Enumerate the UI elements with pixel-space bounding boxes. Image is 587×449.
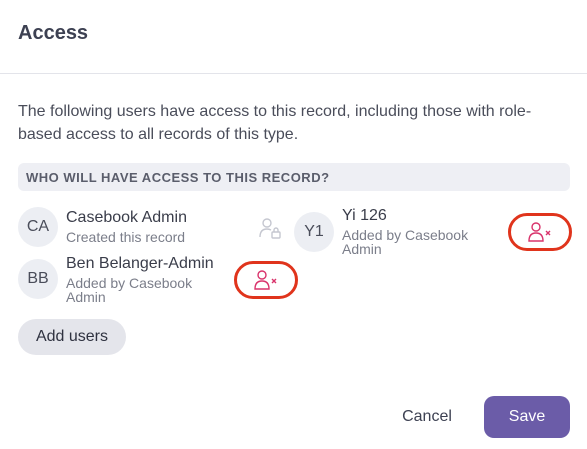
remove-user-icon [254,270,277,290]
dialog-header: Access [0,0,587,74]
save-button[interactable]: Save [484,396,570,438]
user-subtitle: Created this record [66,229,186,245]
section-label: WHO WILL HAVE ACCESS TO THIS RECORD? [26,170,330,185]
user-name: Ben Belanger-Admin [66,255,214,272]
user-name: Yi 126 [342,207,387,224]
avatar: BB [18,259,58,299]
remove-user-button[interactable] [234,261,298,299]
user-subtitle: Added by Casebook Admin [342,227,469,257]
dialog-description: The following users have access to this … [18,103,532,143]
user-name: Casebook Admin [66,209,187,226]
avatar: CA [18,207,58,247]
section-header: WHO WILL HAVE ACCESS TO THIS RECORD? [18,163,570,191]
add-users-button[interactable]: Add users [18,319,126,355]
dialog-title: Access [18,22,89,44]
lock-user-icon [259,218,281,239]
user-subtitle: Added by Casebook Admin [66,275,193,305]
avatar: Y1 [294,212,334,252]
cancel-button[interactable]: Cancel [396,403,458,431]
remove-user-button[interactable] [508,213,572,251]
remove-user-icon [528,222,551,242]
